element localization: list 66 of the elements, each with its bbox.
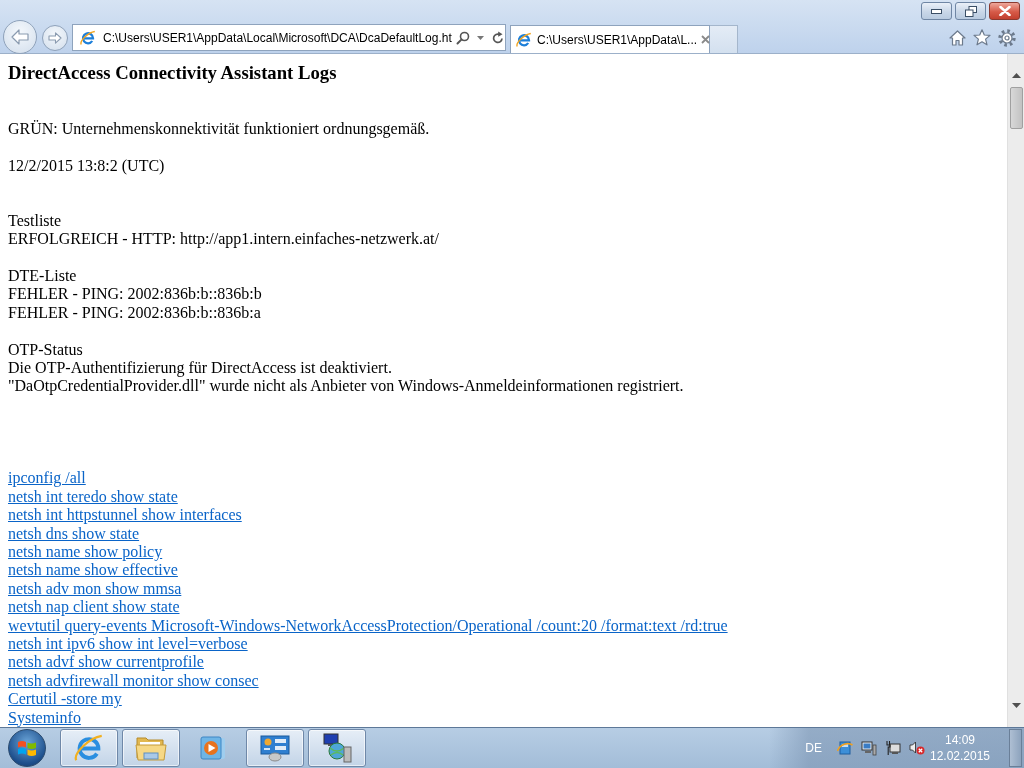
show-desktop-button[interactable]: [1009, 729, 1022, 767]
command-link[interactable]: Certutil -store my: [8, 690, 122, 708]
restore-button[interactable]: [955, 2, 986, 20]
restore-icon: [964, 5, 977, 17]
command-link[interactable]: netsh int ipv6 show int level=verbose: [8, 634, 248, 652]
taskbar-button[interactable]: [122, 729, 180, 767]
command-link[interactable]: Systeminfo: [8, 708, 81, 726]
star-icon[interactable]: [973, 29, 991, 46]
command-link[interactable]: netsh advf show currentprofile: [8, 653, 204, 671]
command-link[interactable]: netsh name show effective: [8, 561, 178, 579]
command-link[interactable]: netsh name show policy: [8, 543, 163, 560]
search-icon[interactable]: [455, 30, 470, 45]
section-heading: OTP-Status: [8, 340, 83, 359]
down-arrow-icon[interactable]: [1011, 703, 1021, 708]
log-line: "DaOtpCredentialProvider.dll" wurde nicht als Anbieter von Windows-Anmeldeinformationen registriert.: [8, 377, 684, 396]
flag-logo-icon: [17, 739, 37, 757]
start-button[interactable]: [8, 729, 46, 767]
caret-icon[interactable]: [476, 35, 484, 40]
page-title: DirectAccess Connectivity Assistant Logs: [8, 62, 337, 84]
back-button[interactable]: [3, 19, 37, 54]
play-icon: [200, 735, 226, 761]
gear-icon[interactable]: [998, 28, 1016, 47]
address-bar[interactable]: C:\Users\USER1\AppData\Local\Microsoft\DCA\DcaDefaultLog.ht: [72, 24, 506, 51]
command-link[interactable]: netsh dns show state: [8, 524, 140, 542]
minimize-button[interactable]: [921, 2, 952, 20]
refresh-icon[interactable]: [491, 31, 504, 44]
log-line: Die OTP-Authentifizierung für DirectAccess ist deaktiviert.: [8, 359, 392, 378]
e-logo-icon: [80, 29, 96, 46]
close-icon: [998, 6, 1011, 16]
up-arrow-icon[interactable]: [1011, 73, 1021, 78]
command-link[interactable]: netsh nap client show state: [8, 598, 180, 616]
status-text: GRÜN: Unternehmenskonnektivität funktioniert ordnungsgemäß.: [8, 119, 430, 139]
taskbar-button[interactable]: [246, 729, 304, 767]
log-line: ERFOLGREICH - HTTP: http://app1.intern.einfaches-netzwerk.at/: [8, 230, 439, 249]
e-logo-icon: [74, 733, 104, 763]
command-link[interactable]: netsh int teredo show state: [8, 487, 178, 505]
close-icon[interactable]: [701, 35, 711, 44]
taskbar-button[interactable]: [308, 729, 366, 767]
network-computer-icon: [321, 733, 353, 763]
command-link[interactable]: wevtutil query-events Microsoft-Windows-NetworkAccessProtection/Operational /count:20 /format:text /rd:true: [8, 616, 728, 634]
command-link[interactable]: netsh advfirewall monitor show consec: [8, 671, 259, 689]
e-logo-icon: [516, 31, 532, 48]
forward-button[interactable]: [42, 24, 68, 51]
monitor-icon[interactable]: [861, 740, 877, 756]
speaker-muted-icon[interactable]: [909, 740, 925, 756]
network-plug-icon[interactable]: [885, 740, 901, 756]
scrollbar[interactable]: [1007, 54, 1024, 727]
home-icon[interactable]: [949, 29, 966, 46]
log-line: FEHLER - PING: 2002:836b:b::836b:b: [8, 285, 262, 304]
dashboard-icon: [259, 734, 291, 762]
window-swoosh-icon[interactable]: [837, 740, 853, 756]
folder-icon: [135, 734, 167, 762]
command-link[interactable]: ipconfig /all: [8, 469, 86, 487]
right-arrow-icon: [48, 31, 62, 44]
left-arrow-icon: [11, 28, 29, 45]
command-link[interactable]: netsh int httpstunnel show interfaces: [8, 506, 242, 524]
tab[interactable]: C:\Users\USER1\AppData\L...: [510, 25, 710, 53]
close-button[interactable]: [989, 2, 1020, 20]
minimize-icon: [931, 8, 942, 14]
scrollbar-thumb[interactable]: [1009, 87, 1023, 129]
section-heading: DTE-Liste: [8, 267, 77, 286]
log-line: FEHLER - PING: 2002:836b:b::836b:a: [8, 303, 261, 323]
section-heading: Testliste: [8, 211, 62, 231]
command-link[interactable]: netsh adv mon show mmsa: [8, 579, 182, 597]
timestamp: 12/2/2015 13:8:2 (UTC): [8, 156, 165, 175]
taskbar-button[interactable]: [60, 729, 118, 767]
